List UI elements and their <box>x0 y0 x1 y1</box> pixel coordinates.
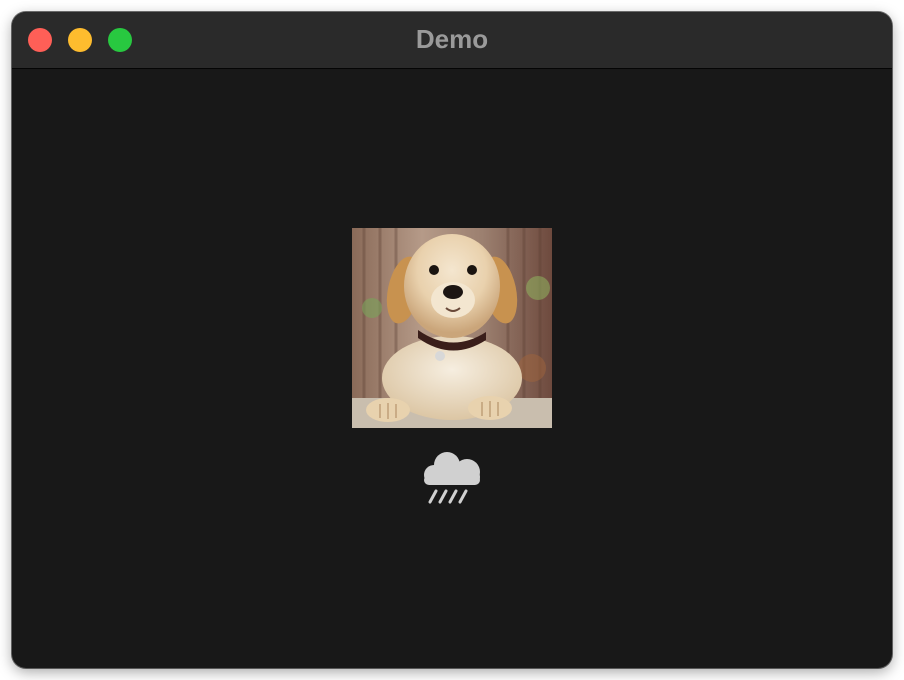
title-bar[interactable]: Demo <box>12 12 892 69</box>
cloud-rain-icon <box>424 452 480 504</box>
window-title: Demo <box>415 24 489 54</box>
puppy-image <box>352 228 552 428</box>
content-area <box>12 69 892 668</box>
app-window: Demo <box>12 12 892 668</box>
